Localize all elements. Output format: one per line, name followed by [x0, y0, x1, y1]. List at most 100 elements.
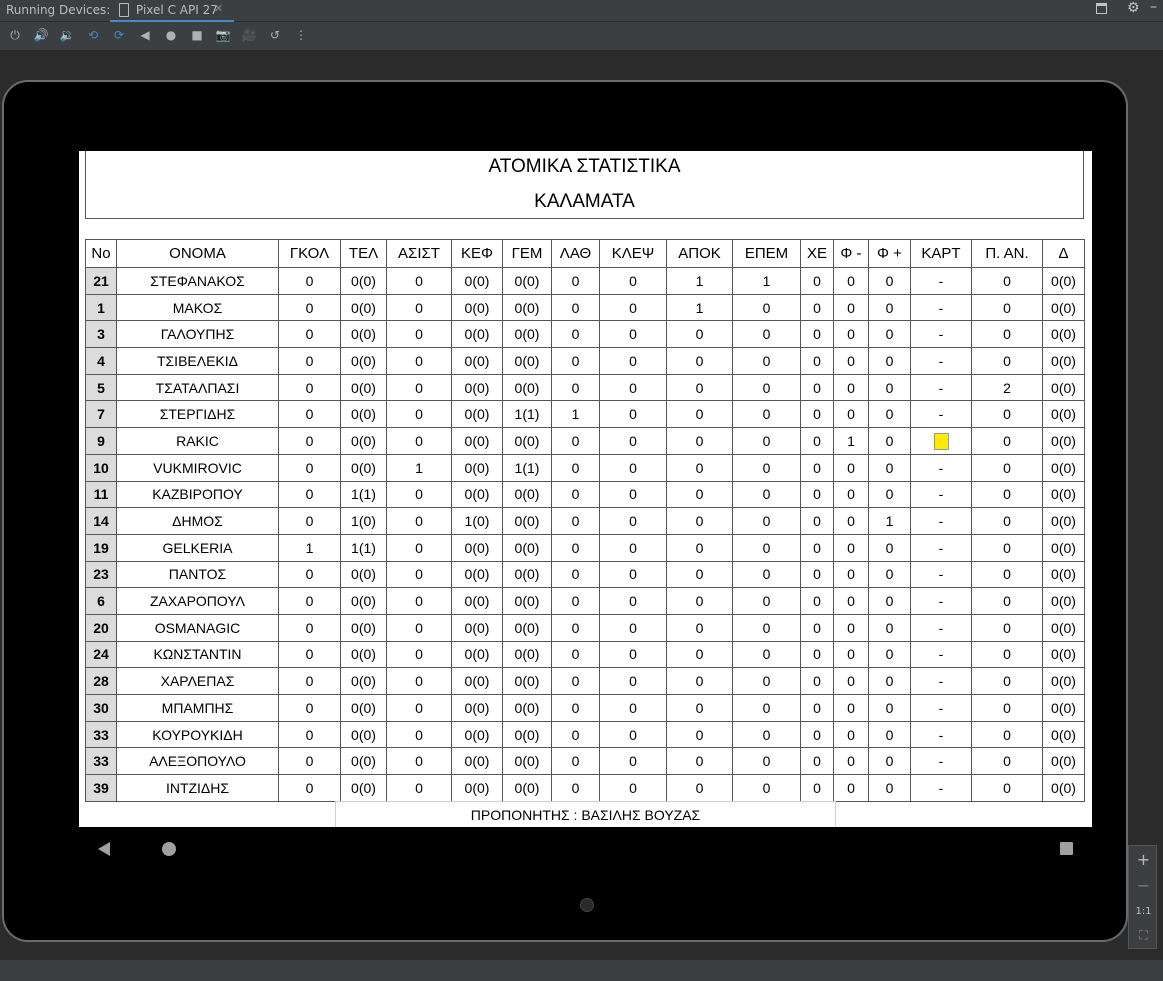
nav-home-icon[interactable]: [162, 842, 176, 856]
volume-down-icon[interactable]: 🔉: [59, 27, 75, 43]
gear-icon[interactable]: ⚙: [1127, 0, 1140, 16]
window-icon[interactable]: [1096, 3, 1107, 14]
rotate-left-icon[interactable]: ⟲: [85, 27, 101, 43]
emulator-toolbar: ⏻ 🔊 🔉 ⟲ ⟳ ◀ ● ■ 📷 🎥 ↺ ⋮: [0, 22, 1163, 50]
stat-cell: 0: [732, 400, 801, 429]
stat-cell: 0: [800, 667, 834, 695]
overview-icon[interactable]: ■: [189, 27, 205, 43]
stat-cell: 0: [551, 774, 600, 802]
column-header: ΑΣΙΣΤ: [386, 239, 452, 268]
player-number: 28: [85, 667, 117, 695]
stat-cell: 0: [278, 560, 341, 589]
stat-cell: 0: [800, 347, 834, 375]
stat-cell: -: [910, 560, 972, 589]
device-tab[interactable]: Pixel C API 27 ✕: [110, 0, 234, 22]
stat-cell: 0: [666, 453, 733, 482]
stat-cell: 0: [868, 774, 911, 802]
stat-cell: 0: [278, 347, 341, 375]
stat-cell: 0: [278, 720, 341, 749]
stat-cell: 0: [732, 480, 801, 509]
stat-cell: 0: [666, 480, 733, 509]
device-tab-label: Pixel C API 27: [136, 3, 218, 17]
stat-cell: 0: [800, 320, 834, 349]
player-name: GELKERIA: [116, 533, 279, 562]
volume-up-icon[interactable]: 🔊: [33, 27, 49, 43]
player-name: ΓΑΛΟΥΠΗΣ: [116, 320, 279, 349]
nav-recents-icon[interactable]: [1060, 842, 1073, 855]
tool-window-label: Running Devices:: [6, 3, 111, 17]
stat-cell: 0: [868, 720, 911, 749]
report-title: ΑΤΟΜΙΚΑ ΣΤΑΤΙΣΤΙΚΑ: [488, 156, 681, 177]
stat-cell: -: [910, 293, 972, 322]
stat-cell: 0: [732, 613, 801, 642]
stat-cell: 0: [732, 694, 801, 722]
column-header: ΚΑΡΤ: [910, 239, 972, 268]
back-icon[interactable]: ◀: [137, 27, 153, 43]
table-row: 33 ΚΟΥΡΟΥΚΙΔΗ 0 0(0) 0 0(0) 0(0) 0 0 0 0 0 0 0-0 0(0): [85, 720, 1085, 749]
stat-cell: 0: [278, 747, 341, 776]
stat-cell: 0(0): [1042, 373, 1085, 402]
screen-record-icon[interactable]: 🎥: [241, 27, 257, 43]
stat-cell: 0: [868, 293, 911, 322]
stat-cell: 0: [732, 587, 801, 615]
stat-cell: 1: [666, 267, 733, 295]
snapshot-icon[interactable]: ↺: [267, 27, 283, 43]
zoom-out-button[interactable]: −: [1129, 876, 1158, 895]
zoom-actual-size-button[interactable]: 1:1: [1129, 906, 1158, 917]
stat-cell: 0: [551, 694, 600, 722]
table-header-row: No ΟΝΟΜΑ ΓΚΟΛ ΤΕΛ ΑΣΙΣΤ ΚΕΦ ΓΕΜ ΛΑΘ ΚΛΕΨ ΑΠΟΚ ΕΠΕΜ…: [85, 239, 1085, 268]
stat-cell: 0: [868, 427, 911, 455]
stat-cell: 0(0): [1042, 694, 1085, 722]
stat-cell: 0: [386, 640, 452, 669]
stat-cell: 0(0): [1042, 774, 1085, 802]
rotate-right-icon[interactable]: ⟳: [111, 27, 127, 43]
stat-cell: -: [910, 320, 972, 349]
stat-cell: 0: [666, 774, 733, 802]
stat-cell: 0: [551, 267, 600, 295]
player-number: 24: [85, 640, 117, 669]
player-name: ΔΗΜΟΣ: [116, 507, 279, 535]
column-header: ΓΚΟΛ: [278, 239, 341, 268]
stat-cell: 0(0): [502, 533, 552, 562]
table-row: 24 ΚΩΝΣΤΑΝΤΙΝ 0 0(0) 0 0(0) 0(0) 0 0 0 0 0 0 0-0 0(0): [85, 640, 1085, 669]
screenshot-icon[interactable]: 📷: [215, 27, 231, 43]
zoom-in-button[interactable]: +: [1129, 850, 1158, 869]
power-icon[interactable]: ⏻: [7, 27, 23, 43]
stat-cell: 0: [833, 533, 869, 562]
device-screen[interactable]: ΑΤΟΜΙΚΑ ΣΤΑΤΙΣΤΙΚΑ ΚΑΛΑΜΑΤΑ No ΟΝΟΜΑ ΓΚΟΛ Τ…: [79, 151, 1092, 827]
stat-cell: 0(0): [502, 480, 552, 509]
stat-cell: 0: [666, 747, 733, 776]
stat-cell: 0: [800, 774, 834, 802]
stat-cell: 0(0): [502, 640, 552, 669]
stat-cell: 0: [666, 587, 733, 615]
stat-cell: 0: [599, 267, 667, 295]
stat-cell: 0: [732, 320, 801, 349]
home-icon[interactable]: ●: [163, 27, 179, 43]
stat-cell: 0: [599, 373, 667, 402]
minimize-icon[interactable]: –: [1150, 0, 1157, 15]
player-name: ΖΑΧΑΡΟΠΟΥΛ: [116, 587, 279, 615]
stat-cell: 0: [732, 427, 801, 455]
nav-back-icon[interactable]: [98, 842, 110, 856]
stat-cell: 0(0): [1042, 480, 1085, 509]
more-options-icon[interactable]: ⋮: [293, 27, 309, 43]
stat-cell: 0: [599, 587, 667, 615]
stat-cell: 0: [971, 347, 1043, 375]
table-row: 28 ΧΑΡΛΕΠΑΣ 0 0(0) 0 0(0) 0(0) 0 0 0 0 0 0 0-0 0(0): [85, 667, 1085, 695]
close-icon[interactable]: ✕: [214, 2, 223, 15]
stat-cell: 0: [386, 747, 452, 776]
stat-cell: 0: [599, 427, 667, 455]
stat-cell: 0: [868, 320, 911, 349]
stat-cell: 0: [971, 267, 1043, 295]
stat-cell: 0: [971, 694, 1043, 722]
stat-cell: 0: [599, 480, 667, 509]
player-name: RAKIC: [116, 427, 279, 455]
table-row: 39 ΙΝΤΖΙΔΗΣ 0 0(0) 0 0(0) 0(0) 0 0 0 0 0 0 0-0 0(0): [85, 774, 1085, 802]
stat-cell: -: [910, 267, 972, 295]
stat-cell: 0: [800, 533, 834, 562]
player-name: ΠΑΝΤΟΣ: [116, 560, 279, 589]
stat-cell: 1: [551, 400, 600, 429]
stat-cell: 1(0): [451, 507, 503, 535]
stat-cell: -: [910, 480, 972, 509]
zoom-fit-icon[interactable]: ⛶: [1129, 928, 1158, 943]
